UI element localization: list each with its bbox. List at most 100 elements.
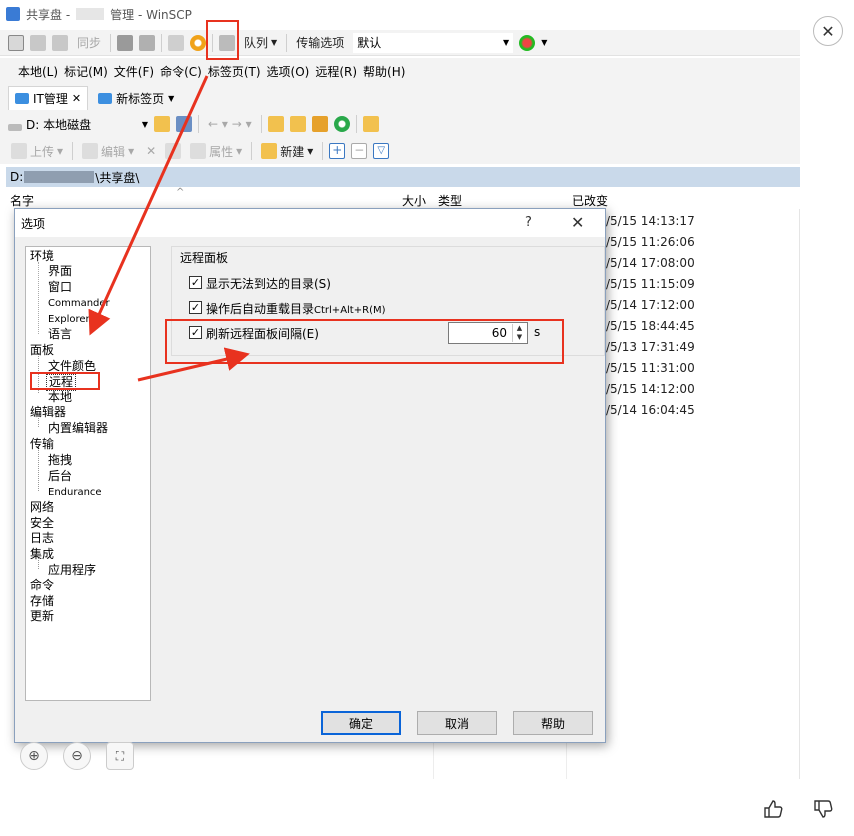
tree-item-integration[interactable]: 集成 xyxy=(30,547,54,562)
unselect-icon[interactable]: − xyxy=(351,143,368,159)
putty-icon[interactable] xyxy=(139,34,156,51)
menu-item-commands[interactable]: 命令(C) xyxy=(160,63,202,80)
tree-item-transfer[interactable]: 传输 xyxy=(30,437,54,452)
sync-dirs-icon[interactable] xyxy=(52,34,68,51)
properties-button[interactable]: 属性 ▾ xyxy=(187,140,245,162)
drive-select[interactable]: D: 本地磁盘 ▼ xyxy=(8,116,148,133)
select-all-icon[interactable]: + xyxy=(329,143,346,159)
tree-item-background[interactable]: 后台 xyxy=(48,469,72,484)
separator xyxy=(72,142,74,160)
home-icon[interactable] xyxy=(311,116,328,132)
delete-icon[interactable]: ✕ xyxy=(143,140,159,162)
chevron-down-icon[interactable]: ▼ xyxy=(541,38,547,47)
path-suffix: \共享盘\ xyxy=(95,170,140,185)
tree-item-logging[interactable]: 日志 xyxy=(30,531,54,546)
root-dir-icon[interactable] xyxy=(289,116,306,132)
path-bar[interactable]: D: \共享盘\ xyxy=(6,167,800,187)
chevron-down-icon[interactable]: ▼ xyxy=(168,94,174,103)
compare-icon[interactable] xyxy=(8,34,24,51)
tree-item-internal-editor[interactable]: 内置编辑器 xyxy=(48,421,108,436)
tree-item-editors[interactable]: 编辑器 xyxy=(30,405,66,420)
auto-reload-checkbox[interactable]: ✓ xyxy=(189,301,202,314)
column-size[interactable]: 大小 xyxy=(402,192,426,209)
refresh-icon[interactable] xyxy=(333,116,350,132)
tree-icon[interactable] xyxy=(362,116,379,132)
tree-item-network[interactable]: 网络 xyxy=(30,500,54,515)
edit-button[interactable]: 编辑 ▾ xyxy=(79,140,137,162)
help-button[interactable]: 帮助 xyxy=(513,711,593,735)
monitor-icon xyxy=(15,93,29,104)
tree-item-drag-drop[interactable]: 拖拽 xyxy=(48,453,72,468)
menu-item-remote[interactable]: 远程(R) xyxy=(315,63,357,80)
fit-screen-icon[interactable]: ⛶ xyxy=(106,742,134,770)
column-changed[interactable]: 已改变 xyxy=(572,192,608,209)
rename-icon[interactable] xyxy=(165,143,182,159)
queue-label: 队列 xyxy=(244,36,269,50)
gear-icon[interactable] xyxy=(190,34,207,51)
window-titlebar: 共享盘 - 管理 - WinSCP xyxy=(0,0,800,28)
tab-it-management[interactable]: IT管理 ✕ xyxy=(8,86,89,110)
upload-button[interactable]: 上传 ▾ xyxy=(8,140,66,162)
parent-dir-icon[interactable] xyxy=(267,116,284,132)
tree-item-security[interactable]: 安全 xyxy=(30,516,54,531)
winscp-logo-icon xyxy=(6,7,20,21)
auto-reload-label[interactable]: 操作后自动重载目录Ctrl+Alt+R(M) xyxy=(206,300,386,317)
tree-item-environment[interactable]: 环境 xyxy=(30,249,54,264)
filter-select-icon[interactable]: ▽ xyxy=(373,143,390,159)
redacted-block xyxy=(76,8,105,20)
zoom-in-icon[interactable]: ⊕ xyxy=(20,742,48,770)
show-unreachable-label[interactable]: 显示无法到达的目录(S) xyxy=(206,275,331,292)
tree-item-applications[interactable]: 应用程序 xyxy=(48,563,96,578)
drive-toolbar: D: 本地磁盘 ▼ ← ▾ → ▾ xyxy=(0,110,800,138)
menu-item-tabs[interactable]: 标签页(T) xyxy=(208,63,261,80)
menu-item-file[interactable]: 文件(F) xyxy=(114,63,154,80)
sync-browse-icon[interactable] xyxy=(30,34,46,51)
sync-button[interactable]: 同步 xyxy=(74,32,104,54)
close-icon[interactable]: ✕ xyxy=(813,16,843,46)
column-name[interactable]: 名字 xyxy=(10,192,34,209)
thumbs-up-icon[interactable] xyxy=(762,798,784,820)
tree-item-panels[interactable]: 面板 xyxy=(30,343,54,358)
sync-refresh-icon[interactable] xyxy=(519,34,536,51)
thumbs-down-icon[interactable] xyxy=(812,798,834,820)
terminal-icon[interactable] xyxy=(117,34,134,51)
new-button[interactable]: 新建 ▾ xyxy=(258,140,316,162)
transfer-options-select[interactable]: 默认 ▼ xyxy=(353,32,514,53)
tree-item-commander[interactable]: Commander xyxy=(48,296,110,311)
queue-button[interactable]: 队列 ▼ xyxy=(241,32,280,54)
column-type[interactable]: 类型 xyxy=(438,192,462,209)
ok-button[interactable]: 确定 xyxy=(321,711,401,735)
tree-item-updates[interactable]: 更新 xyxy=(30,609,54,624)
tree-item-storage[interactable]: 存储 xyxy=(30,594,54,609)
menu-item-options[interactable]: 选项(O) xyxy=(267,63,310,80)
tree-item-explorer[interactable]: Explorer xyxy=(48,312,90,327)
tree-item-interface[interactable]: 界面 xyxy=(48,264,72,279)
access-key-text: (M) xyxy=(369,305,386,316)
file-date: /5/15 11:26:06 xyxy=(606,235,695,249)
menu-item-local[interactable]: 本地(L) xyxy=(18,63,58,80)
tree-item-local[interactable]: 本地 xyxy=(48,390,72,405)
file-date: /5/14 17:08:00 xyxy=(606,256,695,270)
tab-new[interactable]: 新标签页 ▼ xyxy=(92,86,181,110)
tree-item-language[interactable]: 语言 xyxy=(48,327,72,342)
menu-item-help[interactable]: 帮助(H) xyxy=(363,63,405,80)
close-icon[interactable]: ✕ xyxy=(571,213,584,232)
chevron-down-icon: ▼ xyxy=(271,38,278,47)
show-unreachable-checkbox[interactable]: ✓ xyxy=(189,276,202,289)
zoom-out-icon[interactable]: ⊖ xyxy=(63,742,91,770)
separator xyxy=(355,115,357,133)
open-folder-icon[interactable] xyxy=(154,116,170,132)
filter-icon[interactable] xyxy=(176,116,192,132)
drive-label: D: 本地磁盘 xyxy=(26,117,92,132)
close-icon[interactable]: ✕ xyxy=(72,92,81,105)
cancel-button[interactable]: 取消 xyxy=(417,711,497,735)
back-icon[interactable]: ← ▾ → ▾ xyxy=(205,113,255,135)
tree-item-endurance[interactable]: Endurance xyxy=(48,485,102,500)
tree-item-window[interactable]: 窗口 xyxy=(48,280,72,295)
tree-item-commands[interactable]: 命令 xyxy=(30,578,54,593)
chevron-down-icon: ▼ xyxy=(503,38,510,47)
options-tree[interactable]: 环境 界面 窗口 Commander Explorer 语言 面板 文件颜色 远… xyxy=(25,246,151,701)
help-icon[interactable]: ? xyxy=(525,215,532,230)
refresh-queue-icon[interactable] xyxy=(168,34,185,51)
menu-item-mark[interactable]: 标记(M) xyxy=(64,63,108,80)
